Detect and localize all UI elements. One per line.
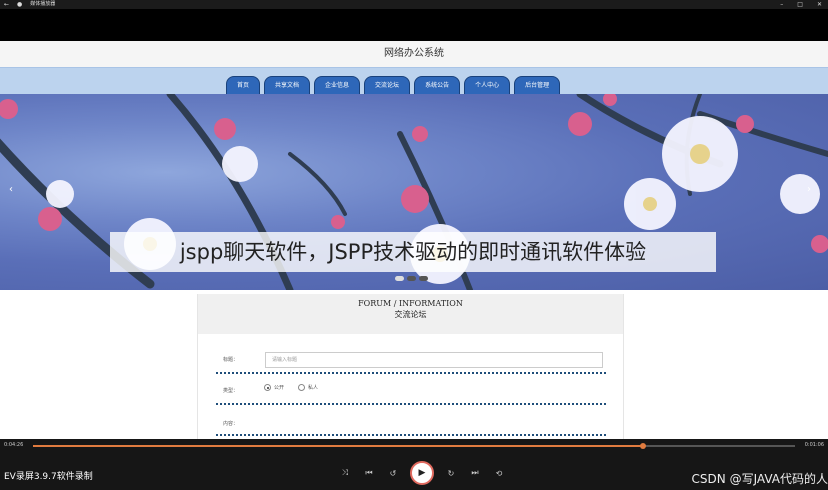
player-controls: 0:04:26 0:01:06 EV录屏3.9.7软件录制 ⤨ ⏮ ↺ ▶ ↻ … [0, 439, 828, 490]
form-divider [216, 434, 606, 436]
next-icon[interactable]: ⏭ [468, 468, 482, 478]
seek-handle[interactable] [639, 443, 646, 449]
seek-bar[interactable] [33, 443, 795, 449]
window-title: 媒体播放器 [30, 1, 56, 7]
nav-bar: 首页 共享文档 企业信息 交流论坛 系统公告 个人中心 后台管理 [0, 67, 828, 95]
video-subtitle: jspp聊天软件，JSPP技术驱动的即时通讯软件体验 [110, 232, 716, 272]
recorder-label: EV录屏3.9.7软件录制 [4, 472, 93, 482]
carousel-dot[interactable] [395, 276, 404, 281]
carousel-dot[interactable] [407, 276, 416, 281]
forum-title-cn: 交流论坛 [394, 310, 427, 319]
type-option-label: 私人 [308, 385, 319, 391]
csdn-watermark: CSDN @写JAVA代码的人 [691, 472, 828, 486]
carousel-dots [395, 276, 428, 281]
player-titlebar: ← ● 媒体播放器 – □ ✕ [0, 0, 828, 9]
type-option-label: 公开 [274, 385, 285, 391]
carousel-dot[interactable] [419, 276, 428, 281]
carousel-prev-icon[interactable]: ‹ [4, 184, 18, 195]
nav-tab-5[interactable]: 个人中心 [464, 76, 511, 95]
nav-tab-4[interactable]: 系统公告 [414, 76, 461, 95]
close-icon[interactable]: ✕ [817, 0, 822, 9]
player-app-icon: ● [17, 1, 23, 8]
minimize-icon[interactable]: – [780, 0, 783, 9]
content-label: 内容： [223, 421, 239, 427]
forum-title-en: FORUM / INFORMATION [358, 299, 463, 308]
site-title: 网络办公系统 [384, 48, 444, 59]
forum-header: FORUM / INFORMATION 交流论坛 [198, 294, 623, 334]
site-header: 网络办公系统 [0, 41, 828, 67]
form-divider [216, 372, 606, 374]
seek-progress [33, 445, 643, 447]
letterbox-top [0, 9, 828, 41]
radio-checked-icon[interactable] [264, 384, 271, 391]
rewind-10-icon[interactable]: ↺ [386, 469, 400, 478]
carousel-next-icon[interactable]: › [802, 184, 816, 195]
type-radio-group: 公开 私人 [264, 384, 318, 391]
title-label: 标题： [223, 357, 239, 363]
nav-tab-3[interactable]: 交流论坛 [364, 76, 411, 95]
playback-controls: ⤨ ⏮ ↺ ▶ ↻ ⏭ ⟲ [338, 461, 506, 485]
back-arrow-icon[interactable]: ← [4, 0, 9, 9]
screen: ← ● 媒体播放器 – □ ✕ 网络办公系统 首页 共享文档 企业信息 交流论坛 系统公… [0, 0, 828, 490]
previous-icon[interactable]: ⏮ [362, 468, 376, 478]
shuffle-icon[interactable]: ⤨ [338, 468, 352, 478]
nav-tab-1[interactable]: 共享文档 [264, 76, 311, 95]
repeat-icon[interactable]: ⟲ [492, 469, 506, 478]
play-button[interactable]: ▶ [410, 461, 434, 485]
type-option-private[interactable]: 私人 [298, 384, 318, 391]
current-time: 0:04:26 [4, 442, 24, 448]
title-input[interactable]: 请输入标题 [265, 352, 603, 368]
nav-tab-2[interactable]: 企业信息 [314, 76, 361, 95]
radio-icon[interactable] [298, 384, 306, 391]
forum-form: FORUM / INFORMATION 交流论坛 标题： 请输入标题 类型： 公… [197, 294, 624, 439]
type-label: 类型： [223, 388, 239, 394]
type-option-public[interactable]: 公开 [264, 384, 284, 391]
nav-tab-0[interactable]: 首页 [226, 76, 261, 95]
total-time: 0:01:06 [804, 442, 824, 448]
forward-30-icon[interactable]: ↻ [444, 469, 458, 478]
nav-tab-6[interactable]: 后台管理 [514, 76, 561, 95]
maximize-icon[interactable]: □ [797, 0, 803, 9]
timeline: 0:04:26 0:01:06 [0, 439, 828, 451]
form-divider [216, 403, 606, 405]
